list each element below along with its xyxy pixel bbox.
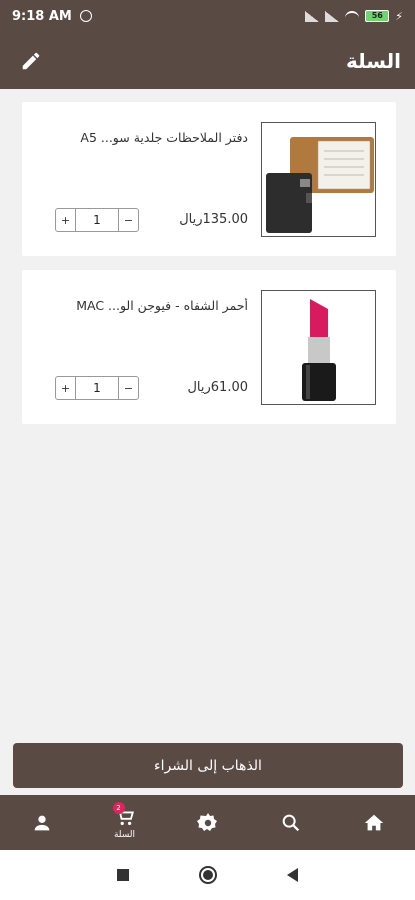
home-button[interactable] [199,866,217,884]
quantity-value[interactable]: 1 [76,209,118,231]
wifi-icon [345,11,360,21]
system-nav [0,850,415,900]
cart-item[interactable]: أحمر الشفاه - فيوجن الو... MAC 61.00ريال… [22,270,396,424]
home-icon [364,814,383,830]
charging-icon: ⚡ [395,9,403,23]
nav-profile[interactable] [12,798,72,848]
search-icon [282,814,299,831]
status-time: 9:18 AM [12,8,72,24]
item-name[interactable]: دفتر الملاحظات جلدية سو... A5 [48,130,248,145]
nav-search[interactable] [261,798,321,848]
nav-settings[interactable] [178,798,238,848]
nav-cart[interactable]: 2 السلة [95,798,155,848]
decrease-quantity-button[interactable]: − [118,209,138,231]
increase-quantity-button[interactable]: + [56,377,76,399]
status-right: 56 ⚡ [305,10,403,23]
alarm-icon [79,10,92,22]
product-image-lipstick[interactable] [261,290,376,405]
app-bar: السلة [0,32,415,89]
status-left: 9:18 AM [12,9,92,24]
item-price: 135.00ريال [179,212,248,227]
item-name[interactable]: أحمر الشفاه - فيوجن الو... MAC [48,298,248,313]
nav-cart-label: السلة [113,829,136,840]
product-image-notebook[interactable] [261,122,376,237]
signal-icon [305,10,320,22]
status-bar: 9:18 AM 56 ⚡ [0,0,415,32]
battery-icon: 56 [365,10,390,22]
checkout-button[interactable]: الذهاب إلى الشراء [13,743,403,788]
gear-icon [196,812,217,831]
quantity-stepper: + 1 − [55,208,139,232]
quantity-value[interactable]: 1 [76,377,118,399]
signal-icon [325,10,340,22]
item-price: 61.00ريال [187,380,248,395]
recents-button[interactable] [117,869,129,881]
page-title: السلة [345,48,401,73]
cart-count-badge: 2 [112,801,125,814]
bottom-nav: 2 السلة [0,795,415,850]
nav-home[interactable] [344,798,404,848]
quantity-stepper: + 1 − [55,376,139,400]
profile-icon [34,815,49,830]
increase-quantity-button[interactable]: + [56,209,76,231]
back-button[interactable] [287,868,298,882]
pencil-icon[interactable] [18,48,44,74]
decrease-quantity-button[interactable]: − [118,377,138,399]
cart-item[interactable]: دفتر الملاحظات جلدية سو... A5 135.00ريال… [22,102,396,256]
